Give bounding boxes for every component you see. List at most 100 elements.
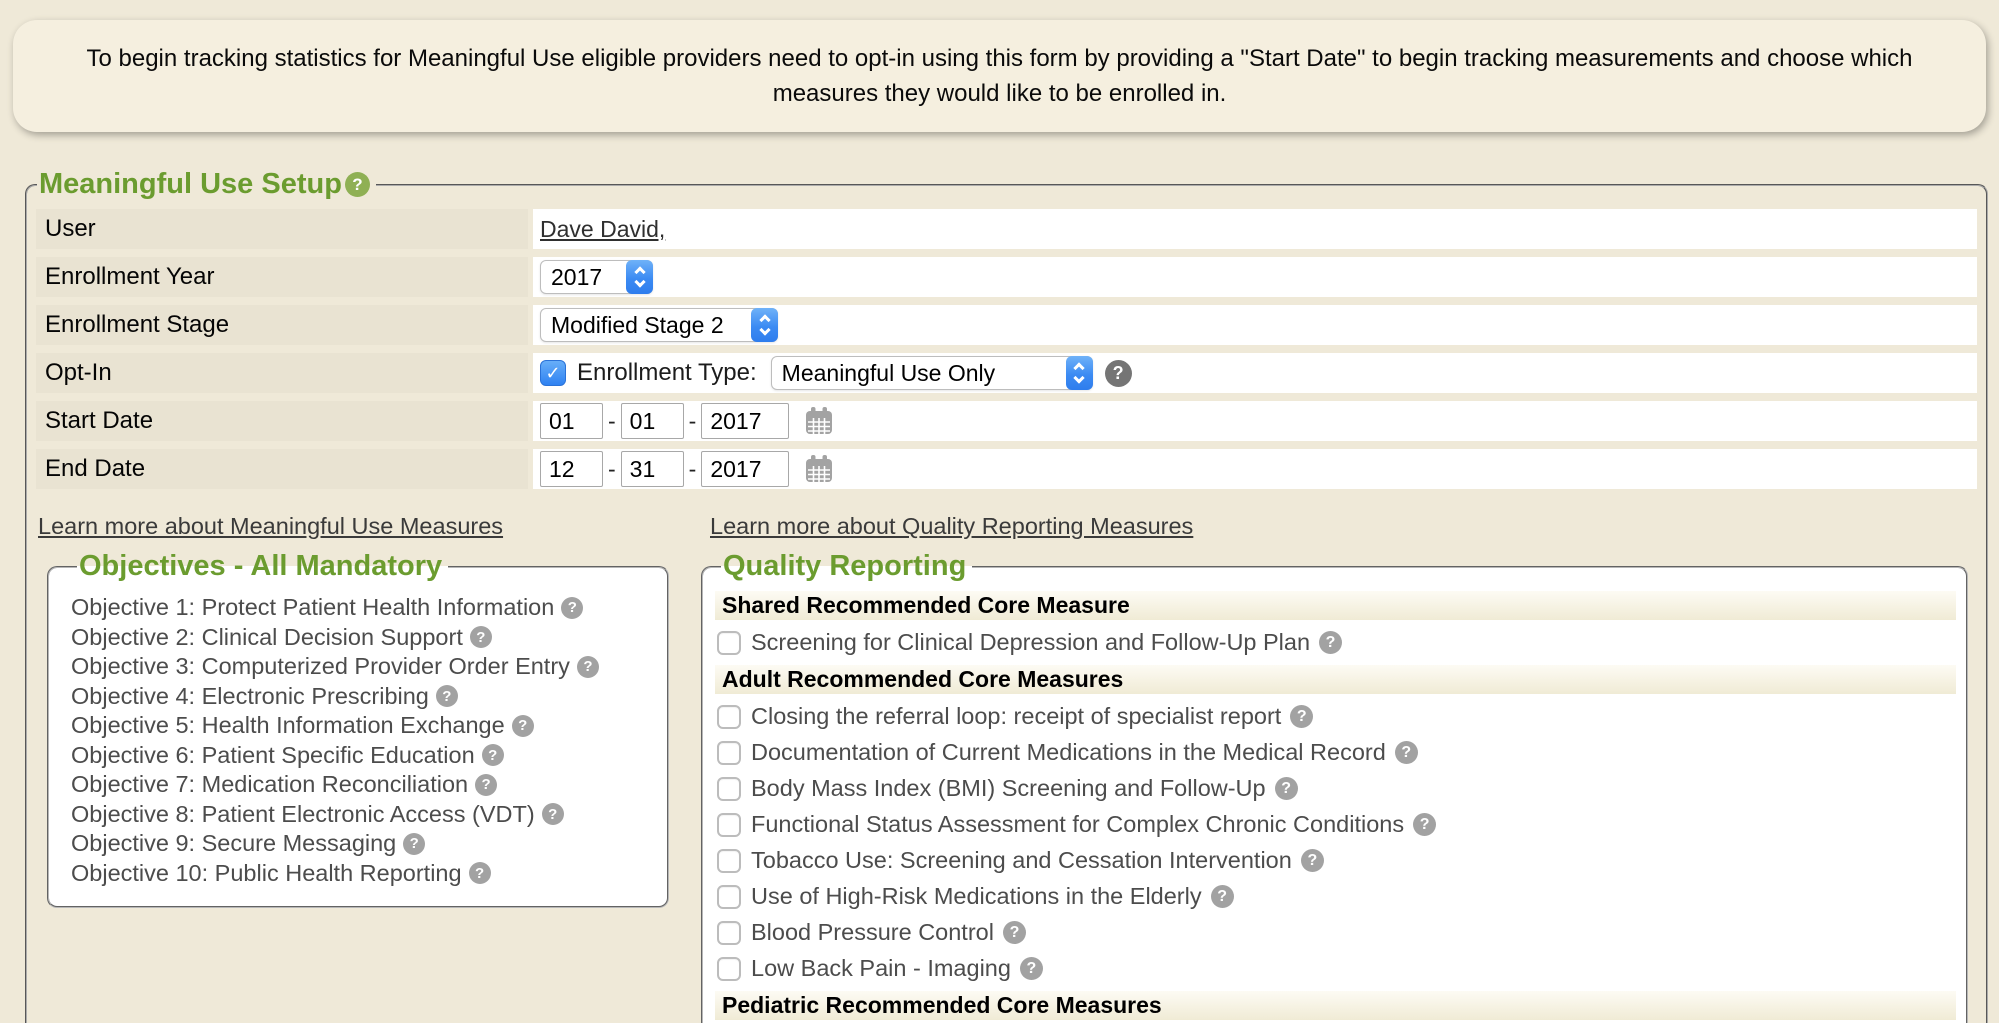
list-item: Objective 4: Electronic Prescribing? [71,682,657,712]
learn-more-mu-link[interactable]: Learn more about Meaningful Use Measures [38,513,503,539]
section-header-adult: Adult Recommended Core Measures [715,665,1956,694]
list-item: Objective 6: Patient Specific Education? [71,741,657,771]
enrollment-year-value: 2017 [541,264,626,291]
measure-label: Use of High-Risk Medications in the Elde… [751,883,1202,910]
setup-table: User Dave David, Enrollment Year 2017 En… [31,201,1982,497]
chevron-down-icon [759,324,770,335]
enrollment-stage-select[interactable]: Modified Stage 2 [540,308,778,342]
measure-checkbox[interactable] [717,741,741,765]
help-icon[interactable]: ? [1319,631,1342,654]
mu-setup-title: Meaningful Use Setup [39,168,342,201]
start-month-input[interactable] [540,403,603,439]
measure-row: Screening for Clinical Depression and Fo… [717,629,1956,656]
help-icon[interactable]: ? [1301,849,1324,872]
help-icon[interactable]: ? [1211,885,1234,908]
objective-text: Objective 2: Clinical Decision Support [71,623,463,653]
measure-checkbox[interactable] [717,921,741,945]
help-icon[interactable]: ? [1020,957,1043,980]
help-icon[interactable]: ? [1275,777,1298,800]
date-separator: - [608,408,616,435]
enrollment-year-label: Enrollment Year [36,257,528,297]
opt-in-checkbox[interactable]: ✓ [540,360,566,386]
measure-checkbox[interactable] [717,885,741,909]
help-icon[interactable]: ? [1290,705,1313,728]
learn-more-links: Learn more about Meaningful Use Measures… [33,513,1982,540]
select-stepper-icon [751,308,778,342]
list-item: Objective 10: Public Health Reporting? [71,859,657,889]
objective-text: Objective 5: Health Information Exchange [71,711,505,741]
date-separator: - [689,408,697,435]
help-icon[interactable]: ? [345,172,370,197]
measure-checkbox[interactable] [717,705,741,729]
end-month-input[interactable] [540,451,603,487]
measure-checkbox[interactable] [717,957,741,981]
date-separator: - [608,456,616,483]
end-day-input[interactable] [621,451,684,487]
start-year-input[interactable] [701,403,789,439]
help-icon[interactable]: ? [561,597,583,619]
measure-label: Tobacco Use: Screening and Cessation Int… [751,847,1292,874]
measure-label: Documentation of Current Medications in … [751,739,1386,766]
start-day-input[interactable] [621,403,684,439]
objectives-list: Objective 1: Protect Patient Health Info… [71,593,657,888]
measure-checkbox[interactable] [717,631,741,655]
help-icon[interactable]: ? [475,774,497,796]
end-date-label: End Date [36,449,528,489]
user-link[interactable]: Dave David, [540,216,665,243]
measure-row: Documentation of Current Medications in … [717,739,1956,766]
end-year-input[interactable] [701,451,789,487]
start-date-label: Start Date [36,401,528,441]
measure-row: Blood Pressure Control ? [717,919,1956,946]
user-label: User [36,209,528,249]
table-row-enrollment-stage: Enrollment Stage Modified Stage 2 [36,305,1977,345]
measure-checkbox[interactable] [717,813,741,837]
help-icon[interactable]: ? [542,803,564,825]
help-icon[interactable]: ? [403,833,425,855]
help-icon[interactable]: ? [512,715,534,737]
instruction-text: To begin tracking statistics for Meaning… [59,41,1940,111]
measure-row: Tobacco Use: Screening and Cessation Int… [717,847,1956,874]
measure-checkbox[interactable] [717,777,741,801]
table-row-end-date: End Date - - [36,449,1977,489]
list-item: Objective 3: Computerized Provider Order… [71,652,657,682]
measure-label: Closing the referral loop: receipt of sp… [751,703,1281,730]
table-row-enrollment-year: Enrollment Year 2017 [36,257,1977,297]
help-icon[interactable]: ? [469,862,491,884]
select-stepper-icon [626,260,653,294]
list-item: Objective 9: Secure Messaging? [71,829,657,859]
objectives-fieldset: Objectives - All Mandatory Objective 1: … [47,550,669,908]
list-item: Objective 1: Protect Patient Health Info… [71,593,657,623]
table-row-user: User Dave David, [36,209,1977,249]
objective-text: Objective 1: Protect Patient Health Info… [71,593,554,623]
calendar-icon[interactable] [804,406,834,436]
enrollment-year-select[interactable]: 2017 [540,260,653,294]
measure-label: Blood Pressure Control [751,919,994,946]
table-row-opt-in: Opt-In ✓ Enrollment Type: Meaningful Use… [36,353,1977,393]
objective-text: Objective 8: Patient Electronic Access (… [71,800,535,830]
calendar-icon[interactable] [804,454,834,484]
measure-label: Low Back Pain - Imaging [751,955,1011,982]
section-header-pediatric: Pediatric Recommended Core Measures [715,991,1956,1020]
enrollment-stage-value: Modified Stage 2 [541,312,751,339]
help-icon[interactable]: ? [577,656,599,678]
enrollment-type-select[interactable]: Meaningful Use Only [771,356,1093,390]
help-icon[interactable]: ? [1003,921,1026,944]
help-icon[interactable]: ? [1395,741,1418,764]
checkmark-icon: ✓ [545,363,560,384]
chevron-down-icon [634,276,645,287]
list-item: Objective 2: Clinical Decision Support? [71,623,657,653]
enrollment-stage-label: Enrollment Stage [36,305,528,345]
learn-more-qr-link[interactable]: Learn more about Quality Reporting Measu… [710,513,1193,539]
section-header-shared: Shared Recommended Core Measure [715,591,1956,620]
help-icon[interactable]: ? [436,685,458,707]
measure-checkbox[interactable] [717,849,741,873]
help-icon[interactable]: ? [482,744,504,766]
opt-in-label: Opt-In [36,353,528,393]
help-icon[interactable]: ? [1413,813,1436,836]
mu-setup-legend: Meaningful Use Setup ? [37,168,376,201]
help-icon[interactable]: ? [470,626,492,648]
measure-row: Use of High-Risk Medications in the Elde… [717,883,1956,910]
objective-text: Objective 3: Computerized Provider Order… [71,652,570,682]
enrollment-type-label: Enrollment Type: [577,359,757,387]
help-icon[interactable]: ? [1105,360,1132,387]
